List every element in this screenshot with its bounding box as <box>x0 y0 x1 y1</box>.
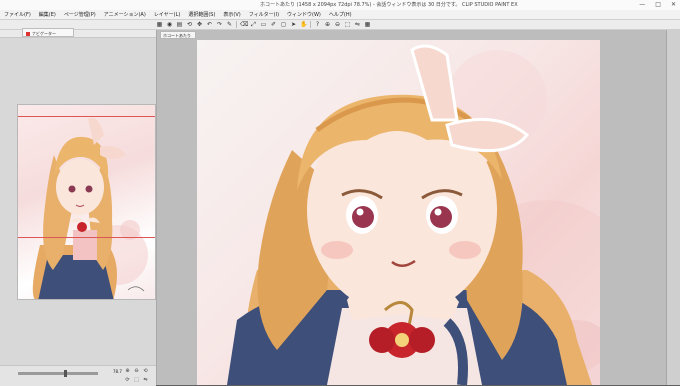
menu-filter[interactable]: フィルター(I) <box>249 10 279 19</box>
canvas-area: ホコートあたり <box>157 30 666 385</box>
zoom-slider-handle[interactable] <box>64 370 68 377</box>
help-icon[interactable]: ? <box>314 21 321 28</box>
drawing-canvas[interactable] <box>197 40 600 385</box>
rotate-right-icon[interactable]: ⟳ <box>124 377 131 384</box>
illustration <box>227 44 600 385</box>
navigator-panel: ナビゲーター 78.7 ⊕ ⊖ ⟲ ⟳ ⬚ ⇋ <box>0 28 157 386</box>
command-bar: ▦ ◉ ▤ ⟲ ✥ ↶ ↷ ✎ ⌫ ⤢ ▭ ✐ ◻ ➤ ✋? ⊕ ⊖ ⬚ ⇋ ▦ <box>0 20 680 30</box>
menu-window[interactable]: ウィンドウ(W) <box>287 10 321 19</box>
grid-icon[interactable]: ▦ <box>156 21 163 28</box>
command-icons: ▦ ◉ ▤ ⟲ ✥ ↶ ↷ ✎ ⌫ ⤢ ▭ ✐ ◻ ➤ ✋? ⊕ ⊖ ⬚ ⇋ ▦ <box>156 21 371 28</box>
zoom-in-icon[interactable]: ⊕ <box>324 21 331 28</box>
menu-edit[interactable]: 編集(E) <box>39 10 56 19</box>
zoom-in-icon[interactable]: ⊕ <box>124 368 131 375</box>
navigator-view-frame[interactable] <box>18 116 155 238</box>
pen-icon[interactable]: ✐ <box>270 21 277 28</box>
zoom-value: 78.7 <box>113 369 122 374</box>
window-controls: — □ ✕ <box>639 0 676 10</box>
zoom-out-icon[interactable]: ⊖ <box>133 368 140 375</box>
document-tab-label: ホコートあたり <box>163 33 191 38</box>
eraser-icon[interactable]: ◻ <box>280 21 287 28</box>
toolbar-separator <box>310 21 311 28</box>
fit-screen-icon[interactable]: ⬚ <box>133 377 140 384</box>
window-title: ホコートあたり (1458 x 2094px 72dpi 78.7%) - 会話… <box>260 2 518 8</box>
navigator-buttons: ⊕ ⊖ ⟲ ⟳ ⬚ ⇋ <box>124 368 154 384</box>
menu-bar: ファイル(F) 編集(E) ページ管理(P) アニメーション(A) レイヤー(L… <box>0 10 680 20</box>
redo-icon[interactable]: ↷ <box>216 21 223 28</box>
menu-view[interactable]: 表示(V) <box>223 10 240 19</box>
minimize-button[interactable]: — <box>639 0 645 10</box>
flip-icon[interactable]: ⇋ <box>354 21 361 28</box>
rotate-left-icon[interactable]: ⟲ <box>142 368 149 375</box>
cursor-icon[interactable]: ➤ <box>290 21 297 28</box>
eye-icon[interactable]: ◉ <box>166 21 173 28</box>
flip-icon[interactable]: ⇋ <box>142 377 149 384</box>
grid2-icon[interactable]: ▦ <box>364 21 371 28</box>
brush-icon[interactable]: ✎ <box>226 21 233 28</box>
navigator-controls: 78.7 ⊕ ⊖ ⟲ ⟳ ⬚ ⇋ <box>0 365 156 386</box>
menu-help[interactable]: ヘルプ(H) <box>329 10 352 19</box>
panel-header: ナビゲーター <box>0 28 156 38</box>
select-icon[interactable]: ▭ <box>260 21 267 28</box>
toolbar-separator <box>236 21 237 28</box>
navigator-preview[interactable] <box>17 104 156 300</box>
move-icon[interactable]: ✥ <box>196 21 203 28</box>
undo-icon[interactable]: ↶ <box>206 21 213 28</box>
tab-document[interactable]: ホコートあたり <box>160 31 196 39</box>
menu-file[interactable]: ファイル(F) <box>4 10 31 19</box>
fit-icon[interactable]: ⬚ <box>344 21 351 28</box>
maximize-button[interactable]: □ <box>655 0 661 10</box>
navigator-tab-label: ナビゲーター <box>32 31 56 36</box>
zoom-out-icon[interactable]: ⊖ <box>334 21 341 28</box>
hand-icon[interactable]: ✋ <box>300 21 307 28</box>
navigator-icon <box>26 32 30 36</box>
menu-animation[interactable]: アニメーション(A) <box>104 10 146 19</box>
tab-navigator[interactable]: ナビゲーター <box>22 28 74 37</box>
close-button[interactable]: ✕ <box>671 0 676 10</box>
menu-layer[interactable]: レイヤー(L) <box>154 10 181 19</box>
menu-page[interactable]: ページ管理(P) <box>64 10 96 19</box>
rotate-icon[interactable]: ⟲ <box>186 21 193 28</box>
transform-icon[interactable]: ⤢ <box>250 21 257 28</box>
clear-icon[interactable]: ⌫ <box>240 21 248 28</box>
menu-selection[interactable]: 選択範囲(S) <box>188 10 215 19</box>
zoom-slider[interactable] <box>18 370 98 377</box>
right-dock <box>666 30 680 385</box>
layer-icon[interactable]: ▤ <box>176 21 183 28</box>
